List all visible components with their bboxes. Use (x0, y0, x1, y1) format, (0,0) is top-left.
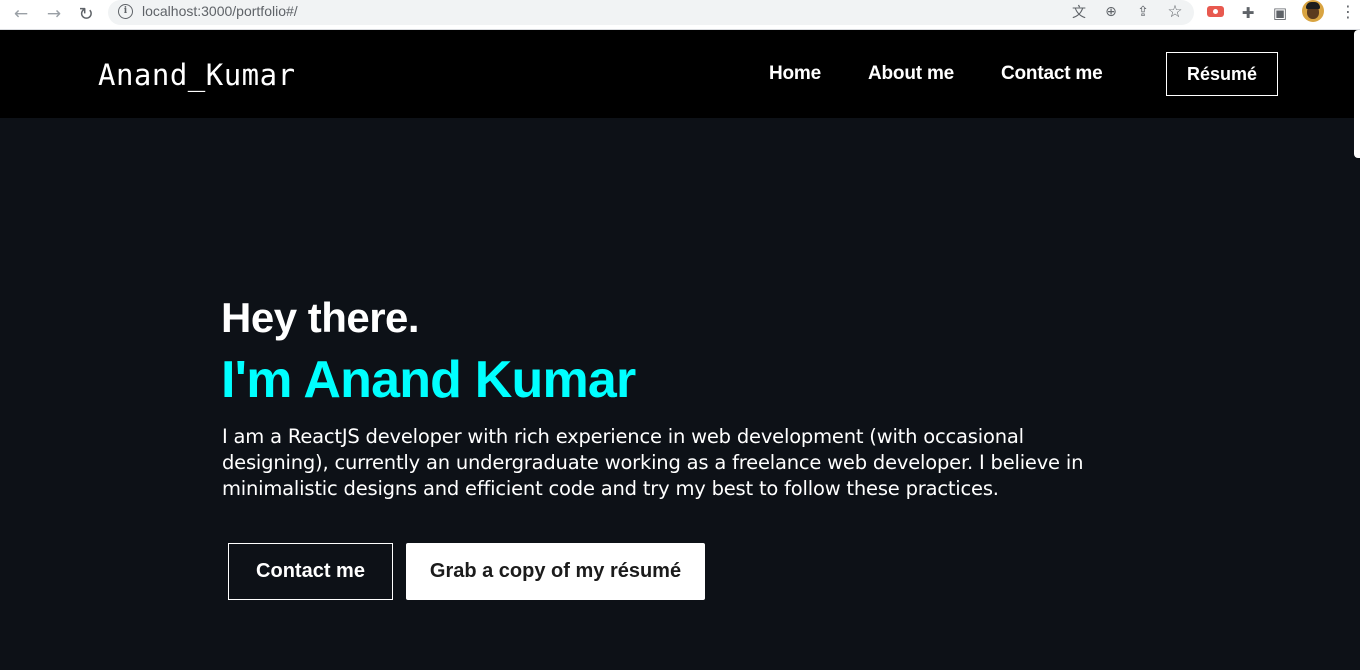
hero-greeting: Hey there. (221, 294, 420, 341)
hero-name-heading: I'm Anand Kumar (221, 351, 636, 409)
nav-contact-link[interactable]: Contact me (1001, 63, 1103, 85)
bookmark-star-icon[interactable]: ☆ (1164, 1, 1186, 23)
brand-logo[interactable]: Anand_Kumar (98, 58, 296, 92)
forward-arrow-icon[interactable]: → (41, 1, 67, 27)
back-arrow-icon[interactable]: ← (8, 1, 34, 27)
nav-resume-button[interactable]: Résumé (1166, 52, 1278, 96)
scrollbar[interactable] (1354, 30, 1360, 158)
site-navbar: Anand_Kumar Home About me Contact me Rés… (0, 30, 1360, 118)
nav-home-link[interactable]: Home (769, 63, 821, 85)
menu-icon[interactable]: ⋮ (1340, 2, 1356, 22)
url-text[interactable]: localhost:3000/portfolio#/ (142, 3, 298, 19)
contact-me-button[interactable]: Contact me (228, 543, 393, 600)
zoom-icon[interactable]: ⊕ (1100, 1, 1122, 23)
address-bar[interactable]: i localhost:3000/portfolio#/ 文 ⊕ ⇪ ☆ (108, 0, 1194, 25)
side-panel-icon[interactable]: ▣ (1268, 1, 1292, 25)
profile-avatar[interactable] (1302, 0, 1324, 22)
reload-icon[interactable]: ↻ (73, 1, 99, 27)
share-icon[interactable]: ⇪ (1132, 1, 1154, 23)
nav-about-link[interactable]: About me (868, 63, 954, 85)
site-info-icon[interactable]: i (118, 4, 133, 19)
extension-icon[interactable] (1207, 6, 1224, 17)
grab-resume-button[interactable]: Grab a copy of my résumé (406, 543, 705, 600)
puzzle-icon[interactable]: ✚ (1236, 1, 1260, 25)
translate-icon[interactable]: 文 (1068, 1, 1090, 23)
hero-description: I am a ReactJS developer with rich exper… (222, 425, 1084, 500)
browser-toolbar: ← → ↻ i localhost:3000/portfolio#/ 文 ⊕ ⇪… (0, 0, 1360, 30)
